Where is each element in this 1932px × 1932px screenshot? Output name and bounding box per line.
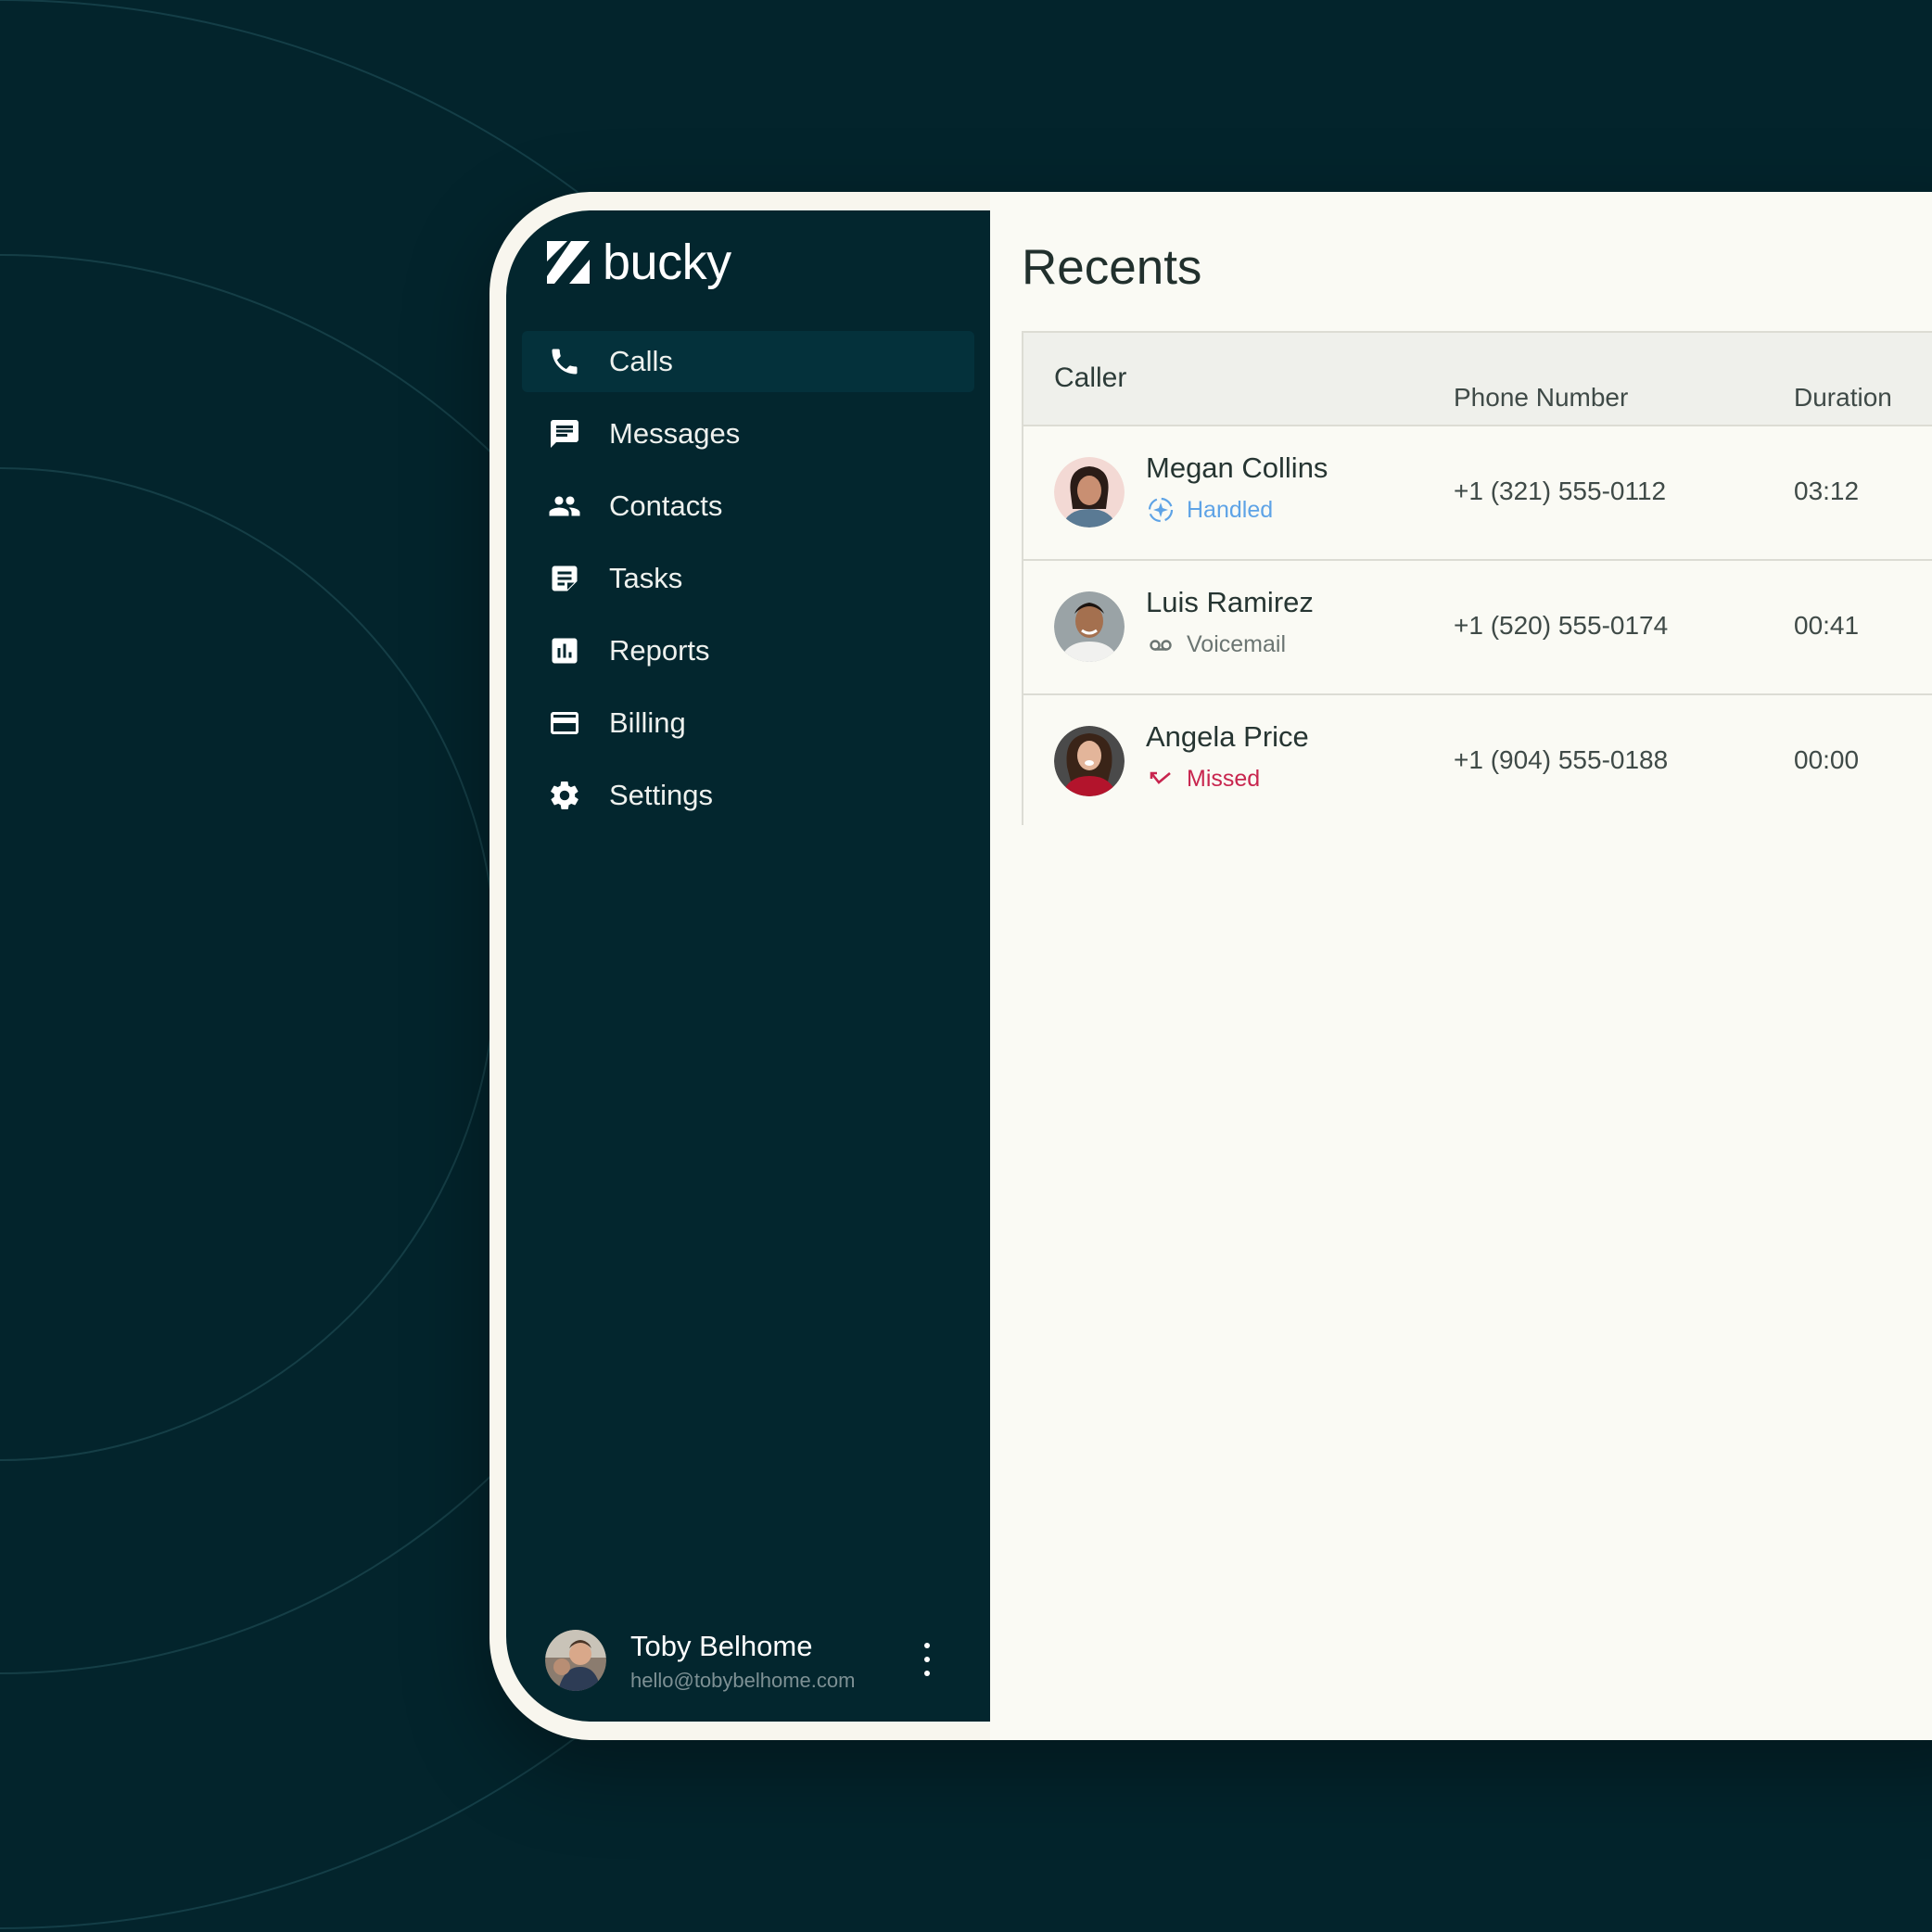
sidebar-item-billing[interactable]: Billing [522,693,974,754]
call-duration: 00:00 [1794,745,1860,774]
bar-chart-icon [552,638,578,664]
sidebar-item-tasks[interactable]: Tasks [522,548,974,609]
column-header-caller[interactable]: Caller [1054,362,1126,394]
call-duration: 03:12 [1794,477,1860,505]
page-title: Recents [1022,240,1202,295]
task-icon [552,566,578,591]
sidebar-item-label: Reports [609,634,710,667]
phone-number: +1 (520) 555-0174 [1454,611,1669,640]
user-profile[interactable]: Toby Belhome hello@tobybelhome.com [545,1630,953,1695]
user-name: Toby Belhome [630,1630,813,1662]
voicemail-icon [1150,640,1172,651]
avatar [545,1630,606,1691]
table-row[interactable]: Megan Collins Handled +1 (321) 555-0112 … [1023,426,1932,561]
call-duration: 00:41 [1794,611,1860,640]
table-row[interactable]: Angela Price Missed +1 (904) 555-0188 00… [1023,695,1932,828]
caller-name: Angela Price [1146,720,1309,753]
sidebar-nav: Calls Messages Contacts Tasks Reports Bi… [522,331,974,837]
avatar [1054,457,1125,527]
sidebar-item-messages[interactable]: Messages [522,403,974,464]
status-label: Handled [1187,496,1274,523]
avatar [1054,726,1125,796]
sidebar-item-label: Tasks [609,562,683,594]
sidebar-item-reports[interactable]: Reports [522,620,974,681]
sparkle-handled-icon [1148,497,1174,523]
avatar [1054,591,1125,662]
sidebar-item-calls[interactable]: Calls [522,331,974,392]
gear-icon [551,782,578,809]
bucky-logo-icon [547,241,590,284]
column-header-duration[interactable]: Duration [1794,383,1892,413]
sidebar-item-settings[interactable]: Settings [522,765,974,826]
brand-name: bucky [603,235,731,290]
table-row[interactable]: Luis Ramirez Voicemail +1 (520) 555-0174… [1023,561,1932,695]
sidebar-item-label: Billing [609,706,686,739]
table-header: Caller Phone Number Duration [1023,333,1932,426]
status-label: Voicemail [1187,630,1286,657]
column-header-phone[interactable]: Phone Number [1454,383,1628,413]
brand-logo[interactable]: bucky [545,234,731,291]
credit-card-icon [551,712,578,734]
missed-call-icon [1150,771,1171,784]
sidebar-item-label: Contacts [609,489,723,522]
more-options-icon[interactable] [916,1643,938,1684]
phone-number: +1 (904) 555-0188 [1454,745,1669,774]
sidebar-item-label: Settings [609,779,714,811]
user-email: hello@tobybelhome.com [630,1669,856,1692]
phone-number: +1 (321) 555-0112 [1454,477,1667,505]
people-icon [549,496,580,516]
message-icon [551,420,578,448]
sidebar-item-contacts[interactable]: Contacts [522,476,974,537]
call-status: Missed [1146,764,1260,794]
caller-name: Luis Ramirez [1146,586,1314,618]
recents-table: Caller Phone Number Duration Megan Colli… [1022,331,1932,828]
caller-name: Megan Collins [1146,451,1328,484]
call-status: Handled [1146,495,1273,525]
call-status: Voicemail [1146,629,1286,659]
sidebar-item-label: Calls [609,345,673,377]
phone-icon [552,349,578,375]
status-label: Missed [1187,765,1261,792]
sidebar-item-label: Messages [609,417,741,450]
